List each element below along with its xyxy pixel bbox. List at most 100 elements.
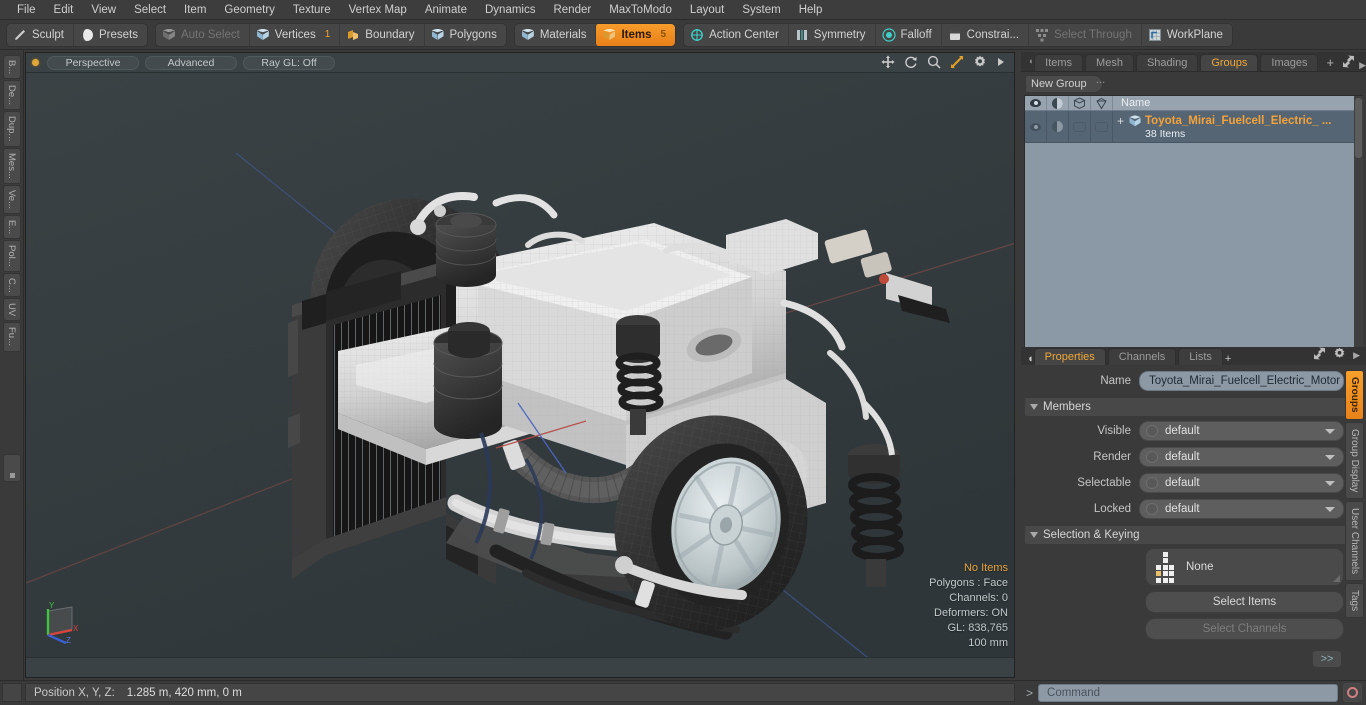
properties-tabbar-left-arrow-icon[interactable]: ◖ bbox=[1027, 353, 1034, 365]
properties-add-tab-button[interactable]: + bbox=[1225, 353, 1231, 365]
menu-item-animate[interactable]: Animate bbox=[416, 0, 476, 20]
properties-right-arrow-icon[interactable]: ▶ bbox=[1353, 350, 1360, 361]
table-row[interactable]: + Toyota_Mirai_Fuelcell_Electric_ ... 38… bbox=[1025, 111, 1362, 143]
tab-items[interactable]: Items bbox=[1034, 54, 1084, 71]
command-input[interactable]: Command bbox=[1038, 683, 1338, 702]
chevron-down-icon[interactable] bbox=[1325, 428, 1335, 434]
chevron-down-icon[interactable] bbox=[1325, 454, 1335, 460]
rotate-icon[interactable] bbox=[904, 55, 918, 69]
render-dropdown[interactable]: default bbox=[1139, 446, 1344, 467]
left-tab-vertex[interactable]: Ve... bbox=[2, 184, 21, 214]
chevron-down-icon[interactable] bbox=[1325, 506, 1335, 512]
tab-groups[interactable]: Groups bbox=[1200, 54, 1259, 71]
tab-channels[interactable]: Channels bbox=[1107, 348, 1177, 365]
menu-item-vertex-map[interactable]: Vertex Map bbox=[340, 0, 416, 20]
right-tab-group-display[interactable]: Group Display bbox=[1345, 421, 1364, 499]
right-tab-groups[interactable]: Groups bbox=[1345, 370, 1364, 420]
row-name-cell[interactable]: + Toyota_Mirai_Fuelcell_Electric_ ... 38… bbox=[1113, 111, 1362, 142]
record-macro-button[interactable] bbox=[1343, 683, 1362, 702]
action-center-button[interactable]: Action Center bbox=[684, 24, 788, 46]
row-render-toggle[interactable] bbox=[1091, 111, 1113, 142]
expand-properties-icon[interactable] bbox=[1313, 347, 1326, 363]
tab-images[interactable]: Images bbox=[1260, 54, 1319, 71]
name-field[interactable]: Toyota_Mirai_Fuelcell_Electric_Motor ( bbox=[1139, 370, 1344, 391]
groups-list[interactable]: Name + Toyota_Mirai_Fuelcell_Electric_ .… bbox=[1024, 95, 1363, 348]
left-tab-curve[interactable]: C... bbox=[2, 272, 21, 298]
selection-keying-collapse-icon[interactable] bbox=[1030, 532, 1038, 538]
zoom-icon[interactable] bbox=[927, 55, 941, 69]
left-tab-mesh[interactable]: Mes... bbox=[2, 147, 21, 184]
members-collapse-icon[interactable] bbox=[1030, 404, 1038, 410]
menu-item-help[interactable]: Help bbox=[790, 0, 832, 20]
symmetry-button[interactable]: Symmetry bbox=[787, 23, 875, 46]
add-tab-button[interactable]: + bbox=[1320, 54, 1340, 71]
menu-item-system[interactable]: System bbox=[733, 0, 789, 20]
constraint-button[interactable]: Constrai... bbox=[940, 23, 1028, 46]
menu-item-texture[interactable]: Texture bbox=[284, 0, 340, 20]
tab-mesh[interactable]: Mesh ... bbox=[1085, 54, 1134, 86]
gear-icon[interactable] bbox=[973, 55, 987, 69]
chevron-down-icon[interactable] bbox=[1325, 480, 1335, 486]
viewport-canvas[interactable]: No Items Polygons : Face Channels: 0 Def… bbox=[26, 73, 1014, 659]
boundary-button[interactable]: Boundary bbox=[339, 23, 423, 46]
left-tab-fusion[interactable]: Fu... bbox=[2, 322, 21, 352]
falloff-button[interactable]: Falloff bbox=[874, 23, 941, 46]
tabbar-left-arrow-icon[interactable]: ◖ bbox=[1027, 51, 1034, 71]
left-tab-deform[interactable]: De... bbox=[2, 80, 21, 111]
visible-knob-icon[interactable] bbox=[1146, 424, 1158, 437]
right-tab-tags[interactable]: Tags bbox=[1345, 583, 1364, 619]
workplane-button[interactable]: WorkPlane bbox=[1140, 23, 1232, 46]
row-shading-toggle[interactable] bbox=[1047, 111, 1069, 142]
select-items-button[interactable]: Select Items bbox=[1145, 591, 1344, 613]
tab-lists[interactable]: Lists bbox=[1178, 348, 1223, 365]
tab-shading[interactable]: Shading bbox=[1135, 54, 1199, 71]
menu-item-file[interactable]: File bbox=[8, 0, 45, 20]
left-tab-duplicate[interactable]: Dup... bbox=[2, 111, 21, 147]
move-icon[interactable] bbox=[881, 55, 895, 69]
selectable-knob-icon[interactable] bbox=[1146, 476, 1158, 489]
locked-knob-icon[interactable] bbox=[1146, 502, 1158, 515]
locked-dropdown[interactable]: default bbox=[1139, 498, 1344, 519]
viewport-shading-selector[interactable]: Advanced bbox=[145, 55, 237, 70]
render-knob-icon[interactable] bbox=[1146, 450, 1158, 463]
menu-item-render[interactable]: Render bbox=[544, 0, 600, 20]
left-tab-extra[interactable] bbox=[3, 454, 21, 482]
menu-item-view[interactable]: View bbox=[82, 0, 125, 20]
items-button[interactable]: Items 5 bbox=[595, 23, 676, 46]
groups-list-body[interactable] bbox=[1025, 143, 1362, 348]
groups-list-scrollbar[interactable] bbox=[1354, 96, 1363, 348]
polygons-button[interactable]: Polygons bbox=[423, 23, 506, 46]
tab-properties[interactable]: Properties bbox=[1033, 348, 1106, 365]
row-wireframe-toggle[interactable] bbox=[1069, 111, 1091, 142]
row-eye-toggle[interactable] bbox=[1025, 111, 1047, 142]
menu-item-maxtomodo[interactable]: MaxToModo bbox=[600, 0, 681, 20]
statusbar-left-corner[interactable] bbox=[2, 683, 22, 702]
selection-keying-section-header[interactable]: Selection & Keying bbox=[1025, 526, 1360, 544]
left-tab-polygon[interactable]: Pol... bbox=[2, 239, 21, 272]
select-through-button[interactable]: Select Through bbox=[1028, 23, 1141, 46]
right-tab-user-channels[interactable]: User Channels bbox=[1345, 500, 1364, 582]
members-section-header[interactable]: Members bbox=[1025, 398, 1360, 416]
tabbar-right-arrow-icon[interactable]: ▶ bbox=[1359, 60, 1366, 71]
expand-panel-icon[interactable] bbox=[1342, 55, 1355, 71]
new-group-button[interactable]: New Group bbox=[1025, 75, 1103, 93]
menu-item-dynamics[interactable]: Dynamics bbox=[476, 0, 544, 20]
menu-item-item[interactable]: Item bbox=[175, 0, 215, 20]
left-tab-basic[interactable]: B... bbox=[2, 55, 21, 80]
menu-item-edit[interactable]: Edit bbox=[45, 0, 83, 20]
expand-toggle-icon[interactable]: + bbox=[1117, 114, 1124, 128]
left-tab-uv[interactable]: UV bbox=[2, 298, 21, 322]
play-icon[interactable] bbox=[996, 55, 1006, 69]
menu-item-layout[interactable]: Layout bbox=[681, 0, 734, 20]
properties-gear-icon[interactable] bbox=[1333, 347, 1346, 363]
viewport-view-selector[interactable]: Perspective bbox=[47, 55, 139, 70]
expand-more-button[interactable]: >> bbox=[1312, 650, 1342, 668]
sculpt-button[interactable]: Sculpt bbox=[7, 24, 73, 46]
presets-button[interactable]: Presets bbox=[72, 23, 147, 46]
menu-item-select[interactable]: Select bbox=[125, 0, 175, 20]
selectable-dropdown[interactable]: default bbox=[1139, 472, 1344, 493]
fit-icon[interactable] bbox=[950, 55, 964, 69]
viewport-raygl-selector[interactable]: Ray GL: Off bbox=[243, 55, 335, 70]
materials-button[interactable]: Materials bbox=[515, 24, 596, 46]
vertices-button[interactable]: Vertices 1 bbox=[248, 23, 339, 46]
